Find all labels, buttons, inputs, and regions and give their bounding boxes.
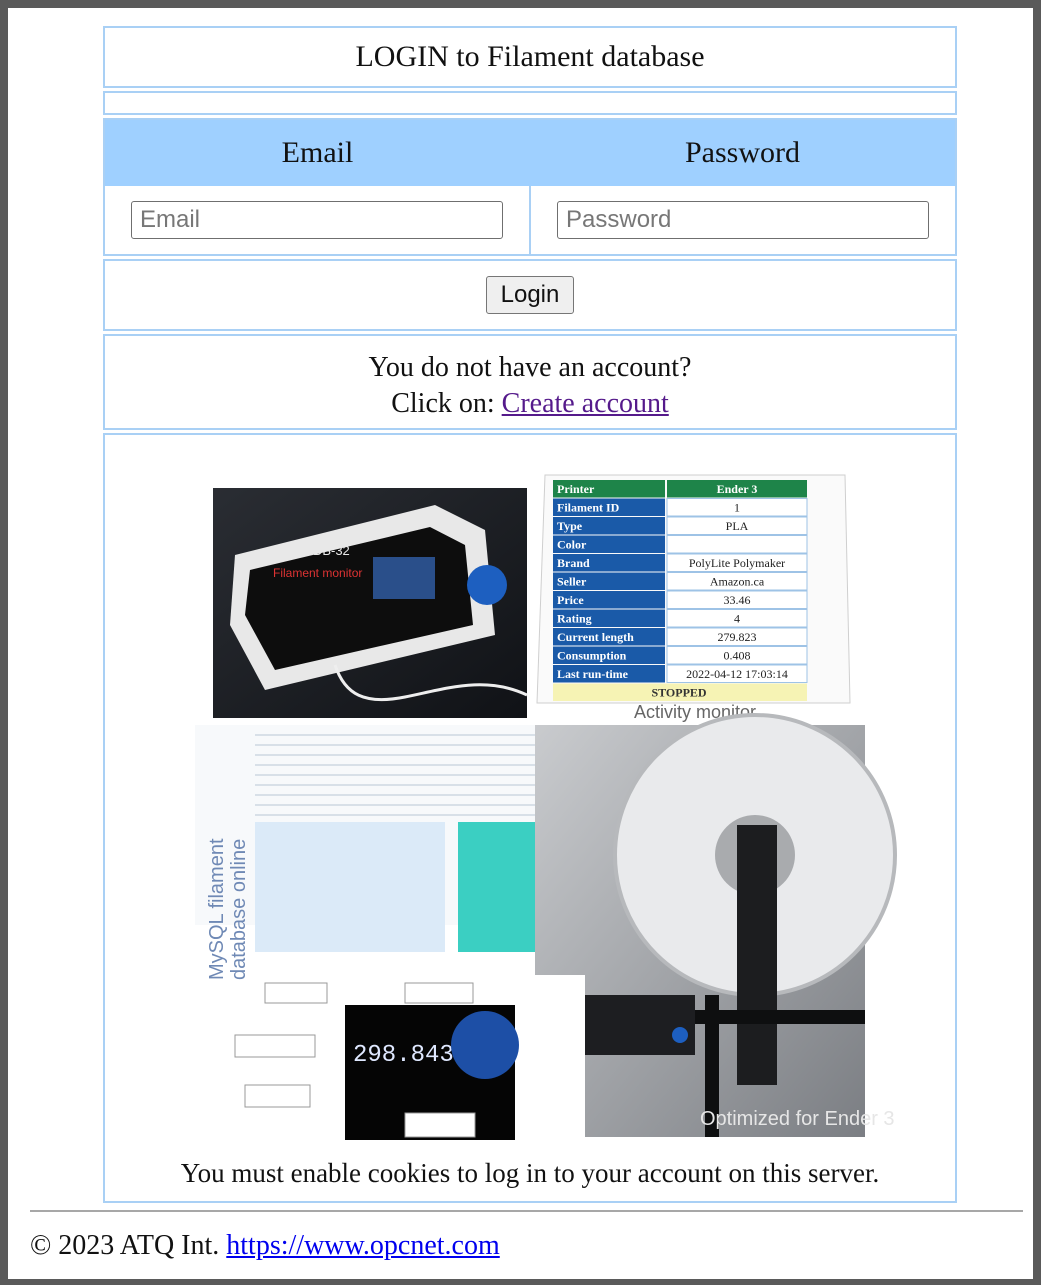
account-cell: You do not have an account? Click on: Cr… xyxy=(103,334,957,430)
monitor-status: STOPPED xyxy=(651,686,706,700)
credentials-table: Email Password xyxy=(103,118,957,256)
mysql-caption-2: database online xyxy=(228,839,250,980)
mysql-caption-1: MySQL filament xyxy=(206,838,228,980)
footer-divider xyxy=(30,1210,1023,1212)
monitor-box-icon xyxy=(575,995,695,1055)
password-column-label: Password xyxy=(684,136,800,169)
display-value: 298.843 xyxy=(353,1042,454,1069)
copyright-text: © 2023 ATQ Int. xyxy=(30,1230,220,1261)
oled-display-icon xyxy=(373,557,435,599)
monitor-row-label: Current length xyxy=(557,630,634,644)
monitor-row-value-cell xyxy=(666,535,808,554)
email-column-label: Email xyxy=(281,136,354,169)
promo-cell: FDB-32 Filament monitor Printer Ender 3 Fi… xyxy=(103,433,957,1203)
account-question: You do not have an account? xyxy=(368,352,692,383)
account-hint: Click on: Create account xyxy=(105,386,955,422)
activity-monitor-card: Printer Ender 3 Filament ID 1 Type PLA Color Br… xyxy=(536,474,851,722)
monitor-row-label: Price xyxy=(557,593,584,607)
monitor-row-label: Filament ID xyxy=(557,501,620,515)
password-input[interactable] xyxy=(557,201,929,239)
create-account-link[interactable]: Create account xyxy=(502,388,669,419)
monitor-header-value: Ender 3 xyxy=(717,482,758,496)
filament-monitor-collage: FDB-32 Filament monitor Printer Ender 3 Fi… xyxy=(195,474,897,1140)
spool-caption: Optimized for Ender 3 xyxy=(700,1108,895,1130)
cookies-notice: You must enable cookies to log in to you… xyxy=(180,1158,880,1188)
monitor-row-label: Last run-time xyxy=(557,667,629,681)
title-cell: LOGIN to Filament database xyxy=(103,26,957,88)
monitor-row-label: Color xyxy=(557,538,587,552)
credentials-inputs xyxy=(105,186,955,254)
display-closeup: 298.843 xyxy=(234,975,585,1140)
monitor-row-value: Amazon.ca xyxy=(710,575,765,589)
monitor-row-label: Seller xyxy=(557,575,587,589)
login-button[interactable]: Login xyxy=(485,276,575,314)
footer: © 2023 ATQ Int. https://www.opcnet.com xyxy=(30,1230,500,1262)
device-photo: FDB-32 Filament monitor xyxy=(213,488,528,718)
monitor-row-label: Consumption xyxy=(557,649,627,663)
monitor-row-value: 0.408 xyxy=(724,649,751,663)
monitor-row-value: 2022-04-12 17:03:14 xyxy=(686,667,788,681)
login-panel: LOGIN to Filament database Email Passwor… xyxy=(103,26,957,1203)
device-label: FDB-32 xyxy=(305,543,350,558)
monitor-row-value: PolyLite Polymaker xyxy=(689,556,785,570)
monitor-row-label: Type xyxy=(557,519,583,533)
filament-sensor-arm-icon xyxy=(737,825,777,1085)
click-on-text: Click on: xyxy=(391,388,495,419)
monitor-row-value: 33.46 xyxy=(724,593,751,607)
email-cell xyxy=(105,186,531,254)
spacer-cell xyxy=(103,91,957,115)
device-sublabel: Filament monitor xyxy=(273,566,362,580)
rotary-knob-icon xyxy=(467,565,507,605)
spool-photo: Optimized for Ender 3 xyxy=(535,713,897,1137)
monitor-row-value: PLA xyxy=(726,519,749,533)
page-title: LOGIN to Filament database xyxy=(355,40,705,73)
monitor-row-value: 4 xyxy=(734,612,740,626)
email-input[interactable] xyxy=(131,201,503,239)
password-cell xyxy=(531,186,955,254)
monitor-row-value: 1 xyxy=(734,501,740,515)
monitor-row-label: Rating xyxy=(557,612,592,626)
monitor-header-label: Printer xyxy=(557,482,595,496)
monitor-row-label: Brand xyxy=(557,556,590,570)
monitor-row-value: 279.823 xyxy=(718,630,757,644)
website-link[interactable]: https://www.opcnet.com xyxy=(226,1230,499,1261)
credentials-header: Email Password xyxy=(105,120,955,186)
login-cell: Login xyxy=(103,259,957,331)
